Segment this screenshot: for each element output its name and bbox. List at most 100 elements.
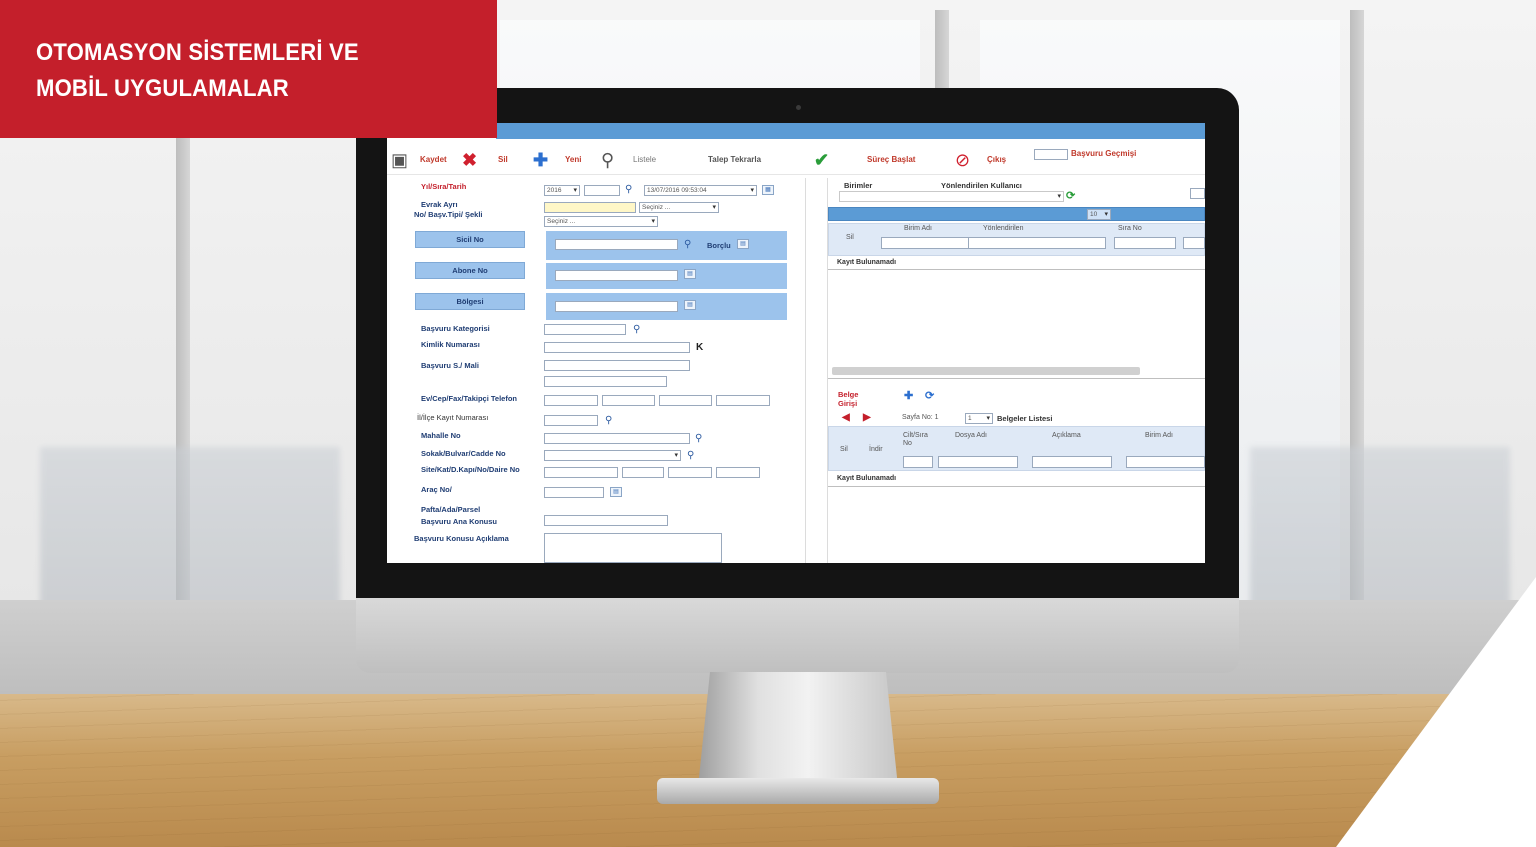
- topic-desc-textarea[interactable]: [544, 533, 722, 563]
- app-type-label: No/ Başv.Tipi/ Şekli: [414, 210, 483, 219]
- col-file-name[interactable]: Dosya Adı: [955, 432, 987, 439]
- history-input[interactable]: [1034, 149, 1068, 160]
- history-button[interactable]: Başvuru Geçmişi: [1071, 149, 1136, 158]
- exit-button[interactable]: Çıkış: [987, 155, 1006, 164]
- page-number-label: Sayfa No: 1: [902, 414, 939, 421]
- search-icon[interactable]: ⚲: [601, 151, 614, 169]
- calendar-icon[interactable]: ▦: [762, 185, 774, 195]
- col-unit-name2[interactable]: Birim Adı: [1145, 432, 1173, 439]
- main-topic-input[interactable]: [544, 515, 668, 526]
- extra-input[interactable]: [1190, 188, 1205, 199]
- refresh-icon[interactable]: ⟳: [925, 389, 934, 402]
- neighborhood-input[interactable]: [544, 433, 690, 444]
- subscriber-no-input[interactable]: [555, 270, 678, 281]
- category-label: Başvuru Kategorisi: [421, 324, 490, 333]
- decorative-wedge: [1336, 577, 1536, 847]
- apartment-input[interactable]: [716, 467, 760, 478]
- app-method-select[interactable]: Seçiniz ...: [544, 216, 658, 227]
- district-record-label: İl/İlçe Kayıt Numarası: [417, 413, 489, 422]
- units-select[interactable]: [839, 191, 1064, 202]
- check-icon[interactable]: ✔: [814, 151, 829, 169]
- tracker-phone-input[interactable]: [716, 395, 770, 406]
- save-icon[interactable]: ▣: [391, 151, 408, 169]
- col-order[interactable]: Sıra No: [1118, 225, 1142, 232]
- col-description[interactable]: Açıklama: [1052, 432, 1081, 439]
- horizontal-scrollbar[interactable]: [832, 367, 1140, 375]
- delete-button[interactable]: Sil: [498, 155, 508, 164]
- applicant-name-input[interactable]: [544, 360, 690, 371]
- col-unit-name[interactable]: Birim Adı: [904, 225, 932, 232]
- start-process-button[interactable]: Süreç Başlat: [867, 155, 915, 164]
- filter-file-input[interactable]: [938, 456, 1018, 468]
- search-icon[interactable]: ⚲: [625, 185, 632, 195]
- app-header-bar: [496, 123, 1205, 139]
- filter-desc-input[interactable]: [1032, 456, 1112, 468]
- delete-icon[interactable]: ✖: [462, 151, 477, 169]
- camera-icon: [796, 105, 801, 110]
- cancel-icon[interactable]: ⊘: [955, 151, 970, 169]
- applicant-surname-input[interactable]: [544, 376, 667, 387]
- fax-input[interactable]: [659, 395, 712, 406]
- date-field[interactable]: 13/07/2016 09:53:04: [644, 185, 757, 196]
- sicil-no-input[interactable]: [555, 239, 678, 250]
- identity-input[interactable]: [544, 342, 690, 353]
- page-select[interactable]: 1: [965, 413, 993, 424]
- parcel-label: Pafta/Ada/Parsel: [421, 505, 481, 514]
- identity-k-icon[interactable]: K: [696, 342, 703, 353]
- search-icon[interactable]: ⚲: [687, 451, 694, 461]
- col-assignee[interactable]: Yönlendirilen: [983, 225, 1023, 232]
- home-phone-input[interactable]: [544, 395, 598, 406]
- filter-volume-input[interactable]: [903, 456, 933, 468]
- sicil-no-button[interactable]: Sicil No: [415, 231, 525, 248]
- add-unit-icon[interactable]: ⟳: [1066, 189, 1075, 202]
- vehicle-input[interactable]: [544, 487, 604, 498]
- category-input[interactable]: [544, 324, 626, 335]
- phones-label: Ev/Cep/Fax/Takipçi Telefon: [421, 394, 517, 403]
- doc-number-input[interactable]: [544, 202, 636, 213]
- debt-lookup-icon[interactable]: ▤: [737, 239, 749, 249]
- applicant-name-label: Başvuru S./ Mali: [421, 361, 479, 370]
- save-button[interactable]: Kaydet: [420, 155, 447, 164]
- search-icon[interactable]: ⚲: [695, 434, 702, 444]
- filter-unit2-input[interactable]: [1126, 456, 1205, 468]
- prev-page-icon[interactable]: ◀: [842, 412, 850, 423]
- topic-desc-label: Başvuru Konusu Açıklama: [414, 534, 509, 543]
- repeat-request-button[interactable]: Talep Tekrarla: [708, 155, 761, 164]
- col-volume[interactable]: Cilt/Sıra No: [903, 432, 931, 448]
- docs-empty-message: Kayıt Bulunamadı: [837, 475, 897, 482]
- next-page-icon[interactable]: ▶: [863, 412, 871, 423]
- banner-title-line2: MOBİL UYGULAMALAR: [36, 75, 289, 102]
- app-screen: ▣ Kaydet ✖ Sil ✚ Yeni ⚲ Listele Talep Te…: [387, 123, 1205, 563]
- filter-order-input[interactable]: [1114, 237, 1176, 249]
- subscriber-no-button[interactable]: Abone No: [415, 262, 525, 279]
- region-input[interactable]: [555, 301, 678, 312]
- floor-input[interactable]: [622, 467, 664, 478]
- doc-type-label: Evrak Ayrı: [421, 200, 458, 209]
- new-button[interactable]: Yeni: [565, 155, 581, 164]
- col-delete2: Sil: [840, 446, 848, 453]
- search-icon[interactable]: ⚲: [605, 416, 612, 426]
- title-banner: OTOMASYON SİSTEMLERİ VE MOBİL UYGULAMALA…: [0, 0, 497, 138]
- mobile-phone-input[interactable]: [602, 395, 655, 406]
- filter-assignee-input[interactable]: [968, 237, 1106, 249]
- subscriber-lookup-icon[interactable]: ▤: [684, 269, 696, 279]
- district-record-input[interactable]: [544, 415, 598, 426]
- search-icon[interactable]: ⚲: [684, 240, 691, 250]
- vehicle-lookup-icon[interactable]: ▤: [610, 487, 622, 497]
- app-type-select[interactable]: Seçiniz ...: [639, 202, 719, 213]
- list-button[interactable]: Listele: [633, 155, 656, 164]
- search-icon[interactable]: ⚲: [633, 325, 640, 335]
- year-select[interactable]: 2016: [544, 185, 580, 196]
- region-button[interactable]: Bölgesi: [415, 293, 525, 310]
- site-input[interactable]: [544, 467, 618, 478]
- sequence-input[interactable]: [584, 185, 620, 196]
- add-doc-icon[interactable]: ✚: [904, 389, 913, 402]
- door-input[interactable]: [668, 467, 712, 478]
- region-lookup-icon[interactable]: ▤: [684, 300, 696, 310]
- page-size-select[interactable]: 10: [1087, 209, 1111, 220]
- street-select[interactable]: [544, 450, 681, 461]
- year-number-date-label: Yıl/Sıra/Tarih: [421, 182, 467, 191]
- units-empty-message: Kayıt Bulunamadı: [837, 259, 897, 266]
- filter-extra-input[interactable]: [1183, 237, 1205, 249]
- plus-icon[interactable]: ✚: [533, 151, 548, 169]
